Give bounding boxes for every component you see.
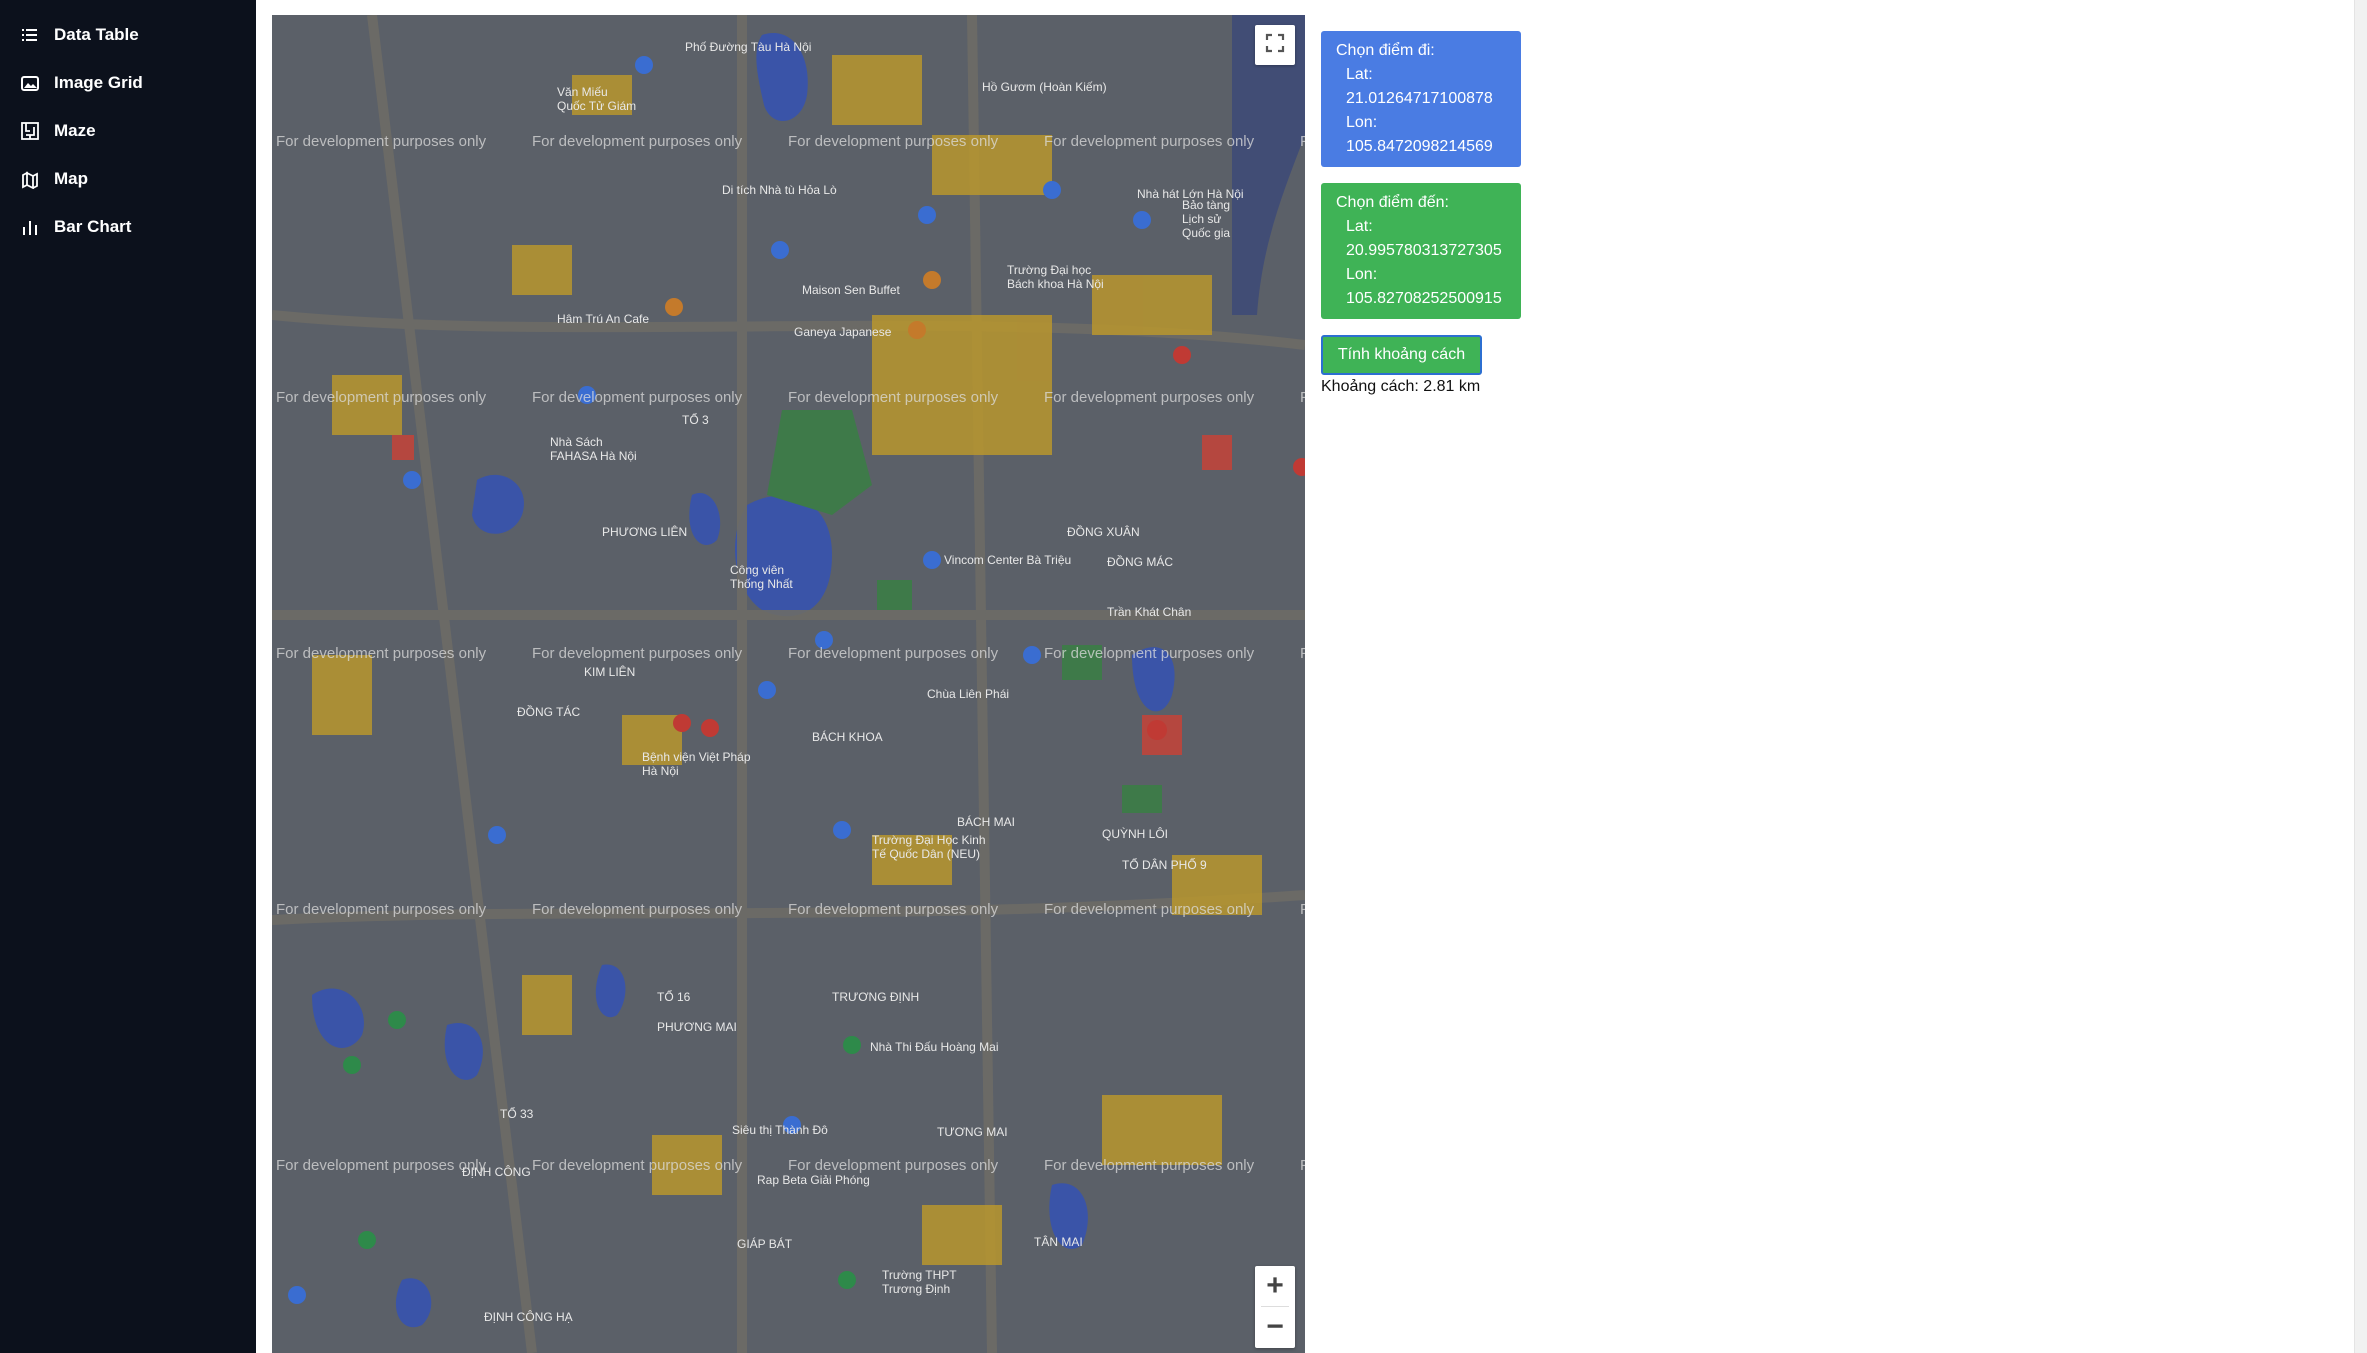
watermark-text: For development purposes only [788,1157,999,1174]
sidebar-item-image-grid[interactable]: Image Grid [20,65,143,101]
watermark-text: For development purposes only [788,389,999,406]
watermark-text: For development purposes only [276,901,487,918]
start-point-card[interactable]: Chọn điểm đi: Lat: 21.01264717100878 Lon… [1321,31,1521,167]
sidebar-item-label: Image Grid [54,73,143,92]
image-grid-icon [20,73,40,93]
list-icon [20,25,40,45]
map-icon [20,169,40,190]
sidebar-item-bar-chart[interactable]: Bar Chart [20,209,131,245]
sidebar-item-label: Map [54,169,88,188]
watermark-text: For development purposes only [788,645,999,662]
sidebar: Data Table Image Grid Maze Map Bar Chart [0,0,256,1353]
fullscreen-icon [1265,33,1285,58]
sidebar-item-map[interactable]: Map [20,161,88,197]
watermark-text: For development purposes only [788,901,999,918]
watermark-text: For development purposes only [532,1157,743,1174]
watermark-text: For development purposes only [1300,645,1305,662]
distance-result: Khoảng cách: 2.81 km [1321,378,1481,395]
watermark-text: For development purposes only [788,133,999,150]
watermark-text: For development purposes only [1300,901,1305,918]
watermark-text: For development purposes only [276,133,487,150]
calculate-distance-button[interactable]: Tính khoảng cách [1321,335,1482,375]
watermark-text: For development purposes only [276,389,487,406]
fullscreen-button[interactable] [1255,25,1295,65]
sidebar-item-maze[interactable]: Maze [20,113,96,149]
end-point-lat: Lat: 20.995780313727305 [1346,218,1502,259]
start-point-title: Chọn điểm đi: [1336,42,1435,59]
page-scrollbar[interactable] [2354,0,2367,1353]
start-point-lon: Lon: 105.8472098214569 [1346,114,1493,155]
watermark-text: For development purposes only [1044,901,1255,918]
watermark-text: For development purposes only [1044,1157,1255,1174]
zoom-controls: + − [1255,1266,1295,1348]
watermark-text: For development purposes only [1044,645,1255,662]
watermark-layer: For development purposes only For develop… [272,15,1305,1353]
watermark-text: For development purposes only [276,645,487,662]
watermark-text: For development purposes only [1044,389,1255,406]
watermark-text: For development purposes only [1300,133,1305,150]
watermark-text: For development purposes only [1300,389,1305,406]
end-point-lon: Lon: 105.82708252500915 [1346,266,1502,307]
start-point-lat: Lat: 21.01264717100878 [1346,66,1493,107]
end-point-card[interactable]: Chọn điểm đến: Lat: 20.995780313727305 L… [1321,183,1521,319]
bar-chart-icon [20,217,40,237]
watermark-text: For development purposes only [532,645,743,662]
maze-icon [20,121,40,141]
end-point-title: Chọn điểm đến: [1336,194,1449,211]
watermark-text: For development purposes only [532,389,743,406]
watermark-text: For development purposes only [1300,1157,1305,1174]
watermark-text: For development purposes only [532,133,743,150]
sidebar-item-label: Data Table [54,25,139,44]
zoom-in-button[interactable]: + [1255,1266,1295,1306]
watermark-text: For development purposes only [276,1157,487,1174]
watermark-text: For development purposes only [1044,133,1255,150]
map-view[interactable]: Phố Đường Tàu Hà Nội Hồ Gươm (Hoàn Kiếm)… [272,15,1305,1353]
sidebar-item-label: Bar Chart [54,217,132,236]
zoom-out-button[interactable]: − [1255,1307,1295,1347]
sidebar-item-data-table[interactable]: Data Table [20,17,139,53]
watermark-text: For development purposes only [532,901,743,918]
sidebar-item-label: Maze [54,121,96,140]
